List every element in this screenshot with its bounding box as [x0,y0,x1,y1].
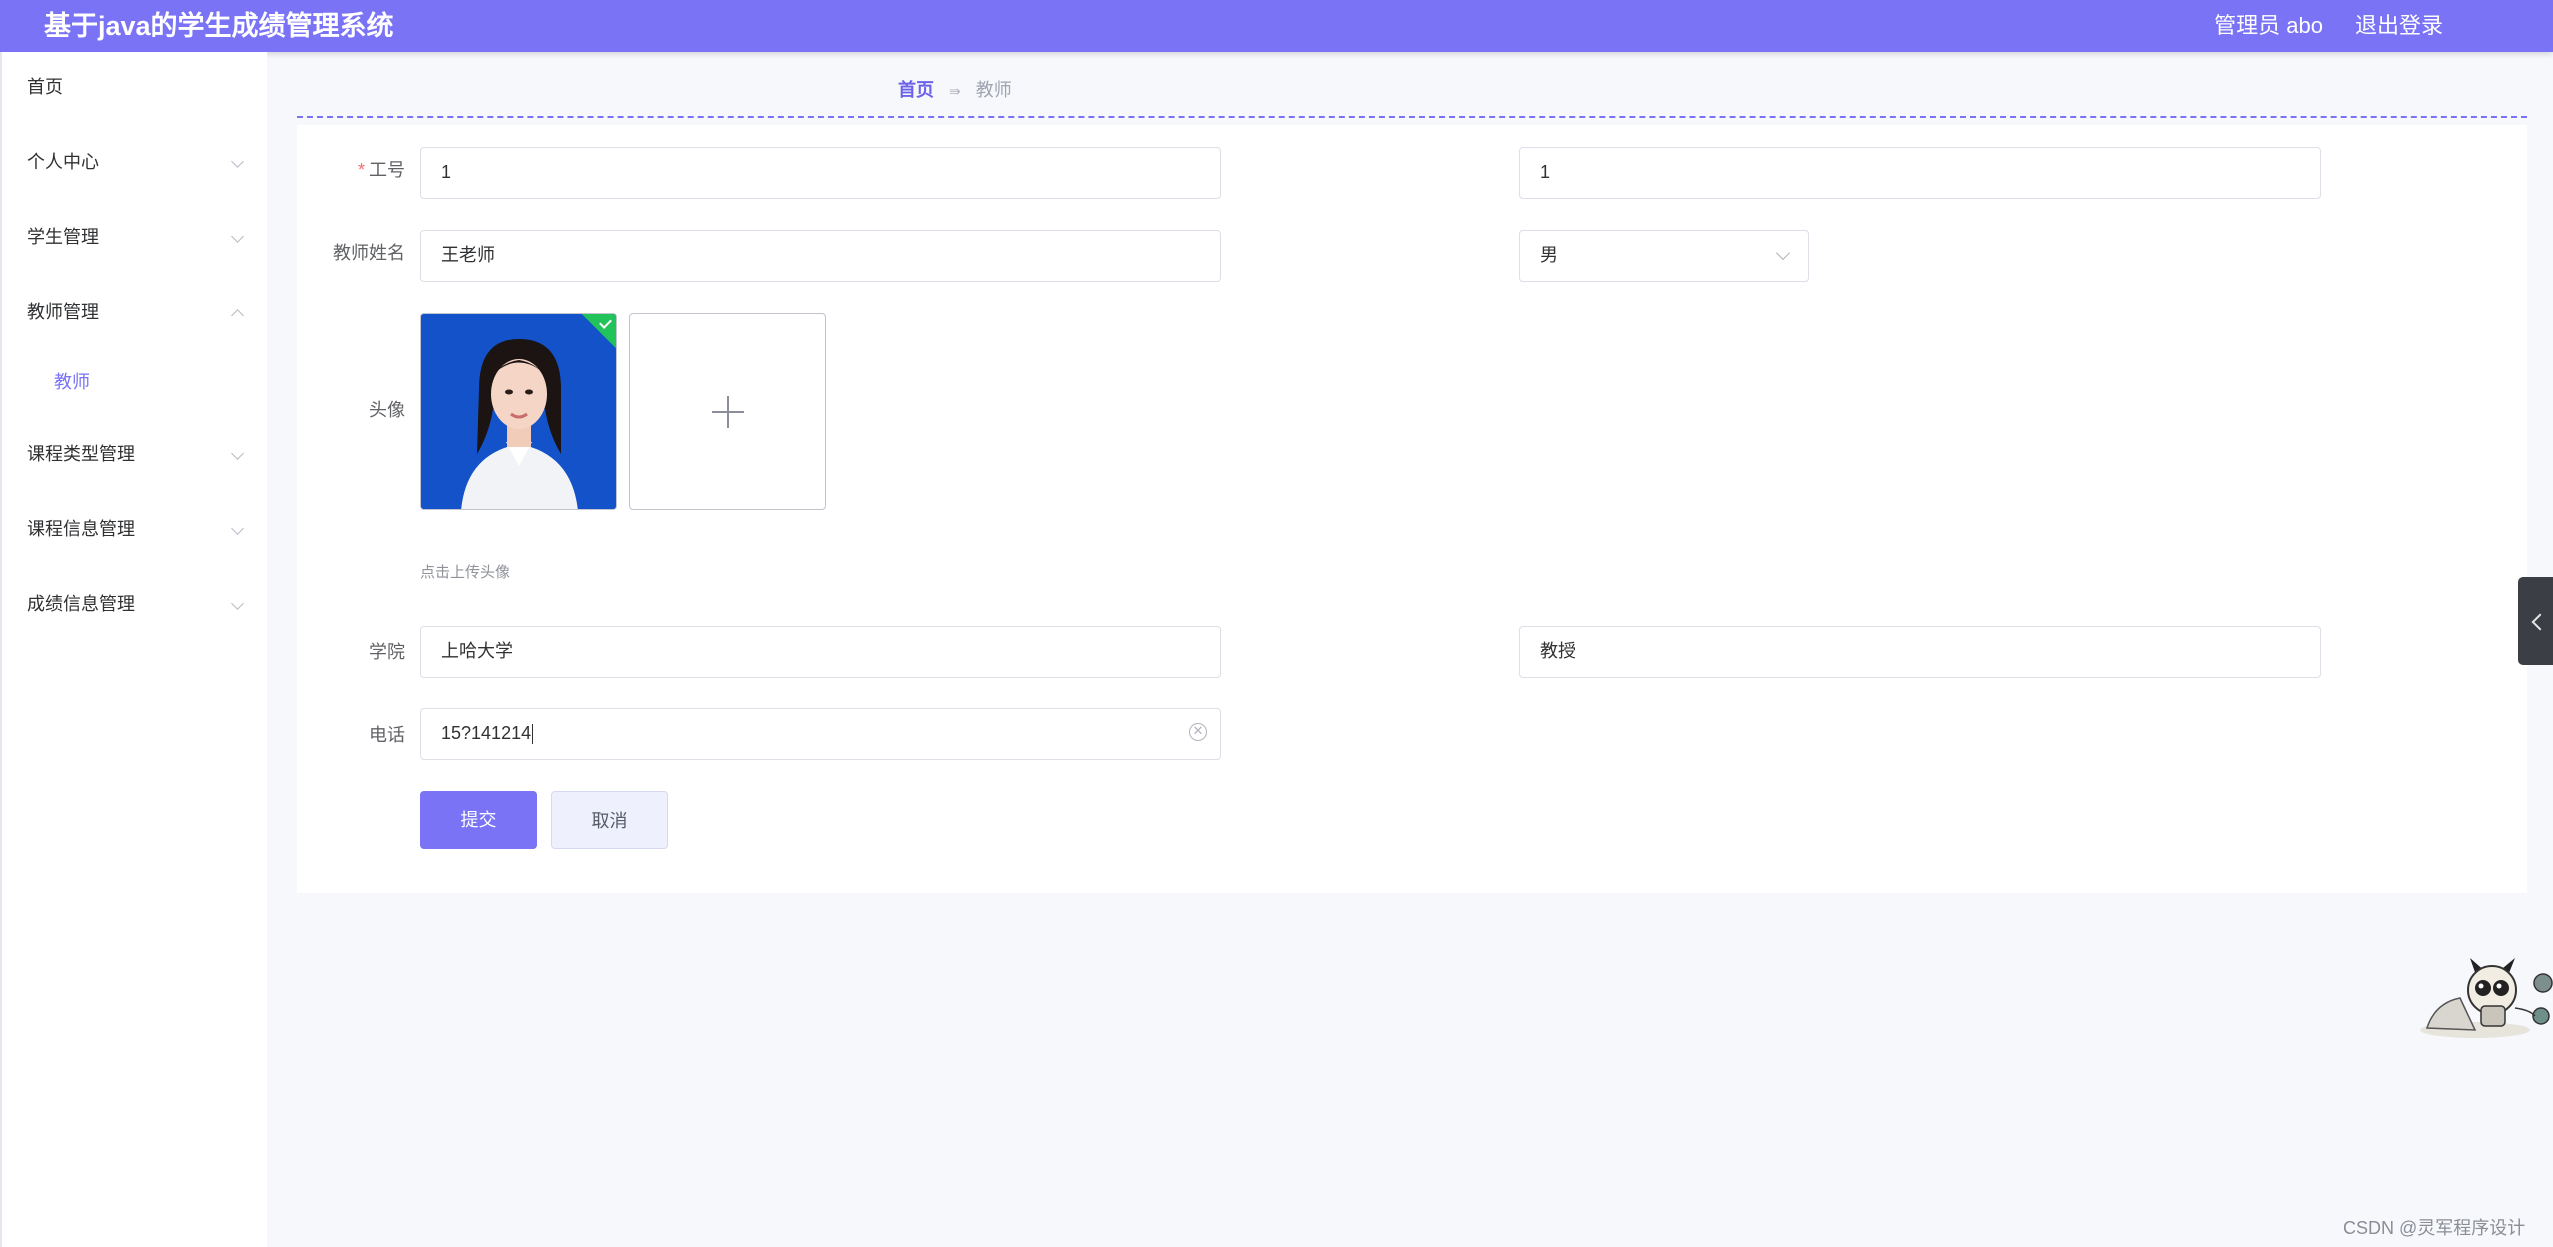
breadcrumb-current: 教师 [975,80,1012,100]
sidebar-item-label: 学生管理 [27,227,99,247]
chevron-down-icon [231,447,244,460]
sidebar: 首页 个人中心 学生管理 教师管理 教师 课程类型管理 课程信息管理 成绩信息管… [0,52,267,1247]
clear-icon[interactable]: ✕ [1189,723,1207,741]
sidebar-item-course-info-management[interactable]: 课程信息管理 [27,516,244,542]
sidebar-item-course-type-management[interactable]: 课程类型管理 [27,441,244,467]
portrait-photo [421,314,616,509]
avatar-label: 头像 [369,400,405,420]
cancel-button[interactable]: 取消 [551,791,668,849]
top-header: 基于java的学生成绩管理系统 管理员 abo 退出登录 [0,0,2553,52]
chevron-down-icon [231,597,244,610]
breadcrumb: 首页 ⇛ 教师 [898,77,1012,104]
submit-button[interactable]: 提交 [420,791,537,849]
teacher-name-input[interactable]: 王老师 [420,230,1221,282]
gender-select-value: 男 [1540,245,1558,265]
employee-id-input[interactable]: 1 [420,147,1221,199]
sidebar-subitem-teacher[interactable]: 教师 [54,369,90,395]
breadcrumb-separator-icon: ⇛ [949,83,961,99]
sidebar-item-label: 课程类型管理 [27,444,135,464]
sidebar-item-score-info-management[interactable]: 成绩信息管理 [27,591,244,617]
chevron-down-icon [231,155,244,168]
gender-select[interactable]: 男 [1519,230,1809,282]
sidebar-item-teacher-management[interactable]: 教师管理 [27,299,244,325]
phone-input[interactable]: 15?141214 ✕ [420,708,1221,760]
watermark-text: CSDN @灵军程序设计 [2343,1218,2526,1238]
chevron-down-icon [231,522,244,535]
text-cursor [532,724,534,745]
required-mark: * [357,160,365,180]
sidebar-item-label: 首页 [27,77,63,97]
title-input[interactable]: 教授 [1519,626,2321,678]
chevron-left-icon [2531,613,2549,631]
header-user-area: 管理员 abo 退出登录 [2214,8,2443,44]
phone-input-value: 15?141214 [441,723,532,743]
chevron-down-icon [1775,245,1791,261]
avatar-upload-button[interactable] [629,313,826,510]
side-drawer-toggle[interactable] [2518,577,2553,665]
breadcrumb-divider [297,116,2527,118]
avatar-image[interactable] [420,313,617,510]
sidebar-item-label: 课程信息管理 [27,519,135,539]
chevron-up-icon [231,309,244,322]
logout-button[interactable]: 退出登录 [2355,8,2443,44]
teacher-name-label: 教师姓名 [333,243,405,263]
plus-icon [727,396,729,428]
sidebar-item-student-management[interactable]: 学生管理 [27,224,244,250]
sidebar-item-label: 成绩信息管理 [27,594,135,614]
employee-id-label: * 工号 [357,160,405,180]
sidebar-item-label: 个人中心 [27,152,99,172]
sidebar-item-home[interactable]: 首页 [27,74,242,100]
user-label: 管理员 abo [2214,13,2323,38]
college-input[interactable]: 上哈大学 [420,626,1221,678]
mascot-cat-image [2420,958,2553,1038]
app-title: 基于java的学生成绩管理系统 [44,11,394,41]
password-input[interactable]: 1 [1519,147,2321,199]
breadcrumb-home[interactable]: 首页 [898,80,934,100]
college-label: 学院 [369,642,405,662]
chevron-down-icon [231,230,244,243]
avatar-upload-hint: 点击上传头像 [420,564,511,581]
sidebar-item-label: 教师管理 [27,302,99,322]
sidebar-item-personal-center[interactable]: 个人中心 [27,149,244,175]
phone-label: 电话 [369,725,405,745]
